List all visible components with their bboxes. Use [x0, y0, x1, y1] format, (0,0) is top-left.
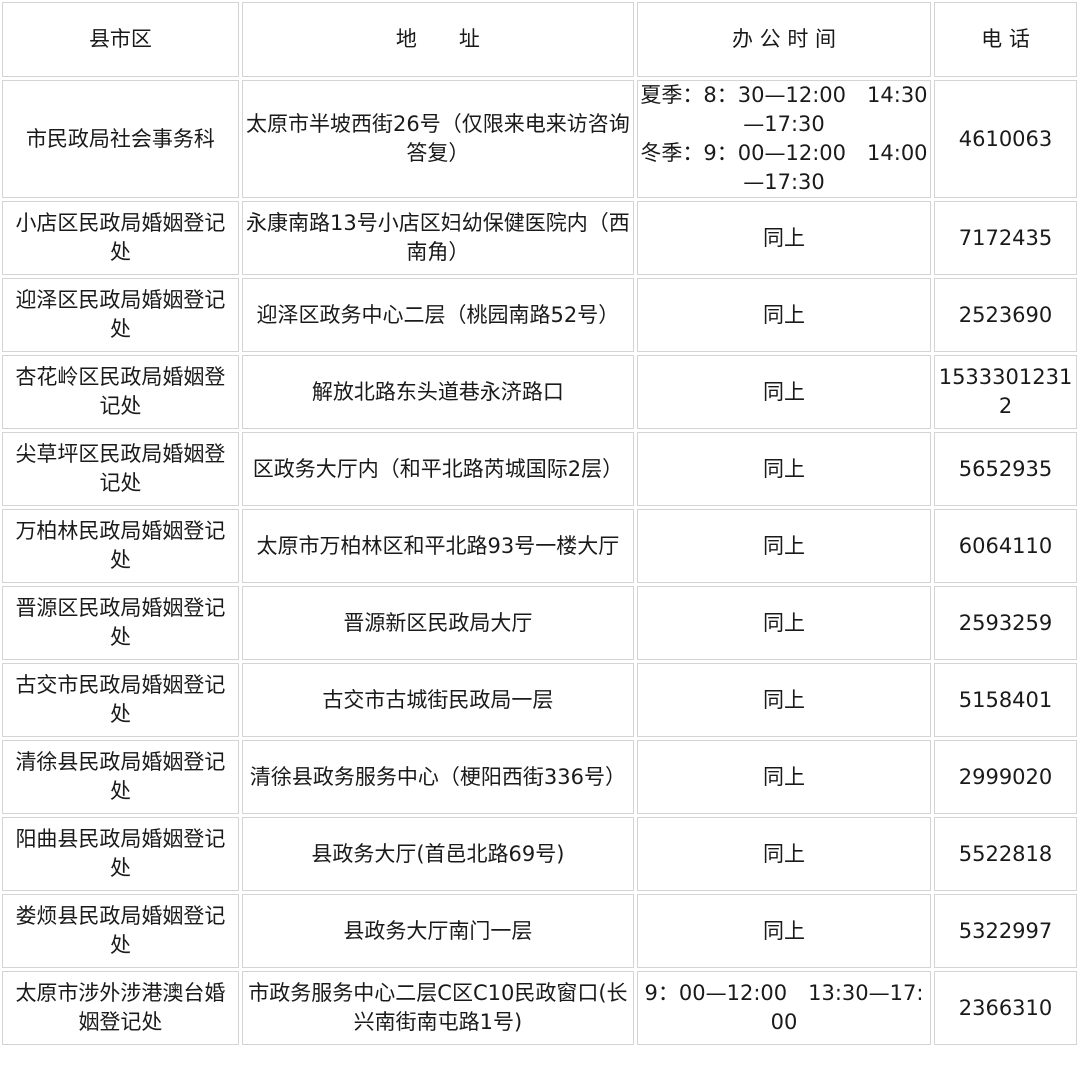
table-row: 古交市民政局婚姻登记处 古交市古城街民政局一层 同上 5158401: [2, 663, 1077, 737]
header-address: 地 址: [241, 2, 634, 77]
table-row: 阳曲县民政局婚姻登记处 县政务大厅(首邑北路69号) 同上 5522818: [2, 817, 1077, 891]
table-row: 尖草坪区民政局婚姻登记处 区政务大厅内（和平北路芮城国际2层） 同上 56529…: [2, 432, 1077, 506]
header-area: 县市区: [2, 2, 239, 77]
hours-cell: 夏季：8：30—12:00 14:30—17:30 冬季：9：00—12:00 …: [636, 80, 932, 198]
hours-cell: 同上: [636, 740, 932, 814]
table-row: 太原市涉外涉港澳台婚姻登记处 市政务服务中心二层C区C10民政窗口(长兴南街南屯…: [2, 971, 1077, 1045]
address-cell: 太原市万柏林区和平北路93号一楼大厅: [241, 509, 634, 583]
table-row: 小店区民政局婚姻登记处 永康南路13号小店区妇幼保健医院内（西南角） 同上 71…: [2, 201, 1077, 275]
area-cell: 阳曲县民政局婚姻登记处: [2, 817, 239, 891]
address-cell: 太原市半坡西街26号（仅限来电来访咨询答复）: [241, 80, 634, 198]
address-cell: 迎泽区政务中心二层（桃园南路52号）: [241, 278, 634, 352]
address-cell: 永康南路13号小店区妇幼保健医院内（西南角）: [241, 201, 634, 275]
phone-cell: 2593259: [934, 586, 1077, 660]
area-cell: 小店区民政局婚姻登记处: [2, 201, 239, 275]
area-cell: 娄烦县民政局婚姻登记处: [2, 894, 239, 968]
address-cell: 解放北路东头道巷永济路口: [241, 355, 634, 429]
address-cell: 县政务大厅南门一层: [241, 894, 634, 968]
phone-cell: 5158401: [934, 663, 1077, 737]
phone-cell: 2999020: [934, 740, 1077, 814]
phone-cell: 5322997: [934, 894, 1077, 968]
area-cell: 市民政局社会事务科: [2, 80, 239, 198]
table-row: 市民政局社会事务科 太原市半坡西街26号（仅限来电来访咨询答复） 夏季：8：30…: [2, 80, 1077, 198]
phone-cell: 15333012312: [934, 355, 1077, 429]
area-cell: 杏花岭区民政局婚姻登记处: [2, 355, 239, 429]
hours-cell: 同上: [636, 278, 932, 352]
area-cell: 太原市涉外涉港澳台婚姻登记处: [2, 971, 239, 1045]
hours-cell: 同上: [636, 201, 932, 275]
hours-cell: 同上: [636, 817, 932, 891]
table-row: 万柏林民政局婚姻登记处 太原市万柏林区和平北路93号一楼大厅 同上 606411…: [2, 509, 1077, 583]
area-cell: 古交市民政局婚姻登记处: [2, 663, 239, 737]
hours-winter: 冬季：9：00—12:00 14:00—17:30: [640, 141, 928, 194]
header-phone: 电 话: [934, 2, 1077, 77]
hours-cell: 同上: [636, 663, 932, 737]
phone-cell: 4610063: [934, 80, 1077, 198]
table-row: 迎泽区民政局婚姻登记处 迎泽区政务中心二层（桃园南路52号） 同上 252369…: [2, 278, 1077, 352]
phone-cell: 2366310: [934, 971, 1077, 1045]
address-cell: 古交市古城街民政局一层: [241, 663, 634, 737]
address-cell: 清徐县政务服务中心（梗阳西街336号）: [241, 740, 634, 814]
table-row: 娄烦县民政局婚姻登记处 县政务大厅南门一层 同上 5322997: [2, 894, 1077, 968]
hours-cell: 同上: [636, 586, 932, 660]
address-cell: 区政务大厅内（和平北路芮城国际2层）: [241, 432, 634, 506]
hours-cell: 同上: [636, 509, 932, 583]
address-cell: 县政务大厅(首邑北路69号): [241, 817, 634, 891]
hours-cell: 同上: [636, 432, 932, 506]
table-row: 杏花岭区民政局婚姻登记处 解放北路东头道巷永济路口 同上 15333012312: [2, 355, 1077, 429]
table-body: 县市区 地 址 办 公 时 间 电 话 市民政局社会事务科 太原市半坡西街26号…: [2, 2, 1077, 1045]
phone-cell: 5652935: [934, 432, 1077, 506]
phone-cell: 7172435: [934, 201, 1077, 275]
address-cell: 晋源新区民政局大厅: [241, 586, 634, 660]
area-cell: 尖草坪区民政局婚姻登记处: [2, 432, 239, 506]
header-row: 县市区 地 址 办 公 时 间 电 话: [2, 2, 1077, 77]
area-cell: 万柏林民政局婚姻登记处: [2, 509, 239, 583]
table-row: 清徐县民政局婚姻登记处 清徐县政务服务中心（梗阳西街336号） 同上 29990…: [2, 740, 1077, 814]
header-hours: 办 公 时 间: [636, 2, 932, 77]
hours-cell: 9：00—12:00 13:30—17:00: [636, 971, 932, 1045]
area-cell: 清徐县民政局婚姻登记处: [2, 740, 239, 814]
area-cell: 迎泽区民政局婚姻登记处: [2, 278, 239, 352]
phone-cell: 2523690: [934, 278, 1077, 352]
hours-cell: 同上: [636, 894, 932, 968]
hours-cell: 同上: [636, 355, 932, 429]
table-row: 晋源区民政局婚姻登记处 晋源新区民政局大厅 同上 2593259: [2, 586, 1077, 660]
phone-cell: 5522818: [934, 817, 1077, 891]
phone-cell: 6064110: [934, 509, 1077, 583]
area-cell: 晋源区民政局婚姻登记处: [2, 586, 239, 660]
registry-table: 县市区 地 址 办 公 时 间 电 话 市民政局社会事务科 太原市半坡西街26号…: [0, 0, 1080, 1048]
address-cell: 市政务服务中心二层C区C10民政窗口(长兴南街南屯路1号): [241, 971, 634, 1045]
hours-summer: 夏季：8：30—12:00 14:30—17:30: [640, 83, 928, 136]
